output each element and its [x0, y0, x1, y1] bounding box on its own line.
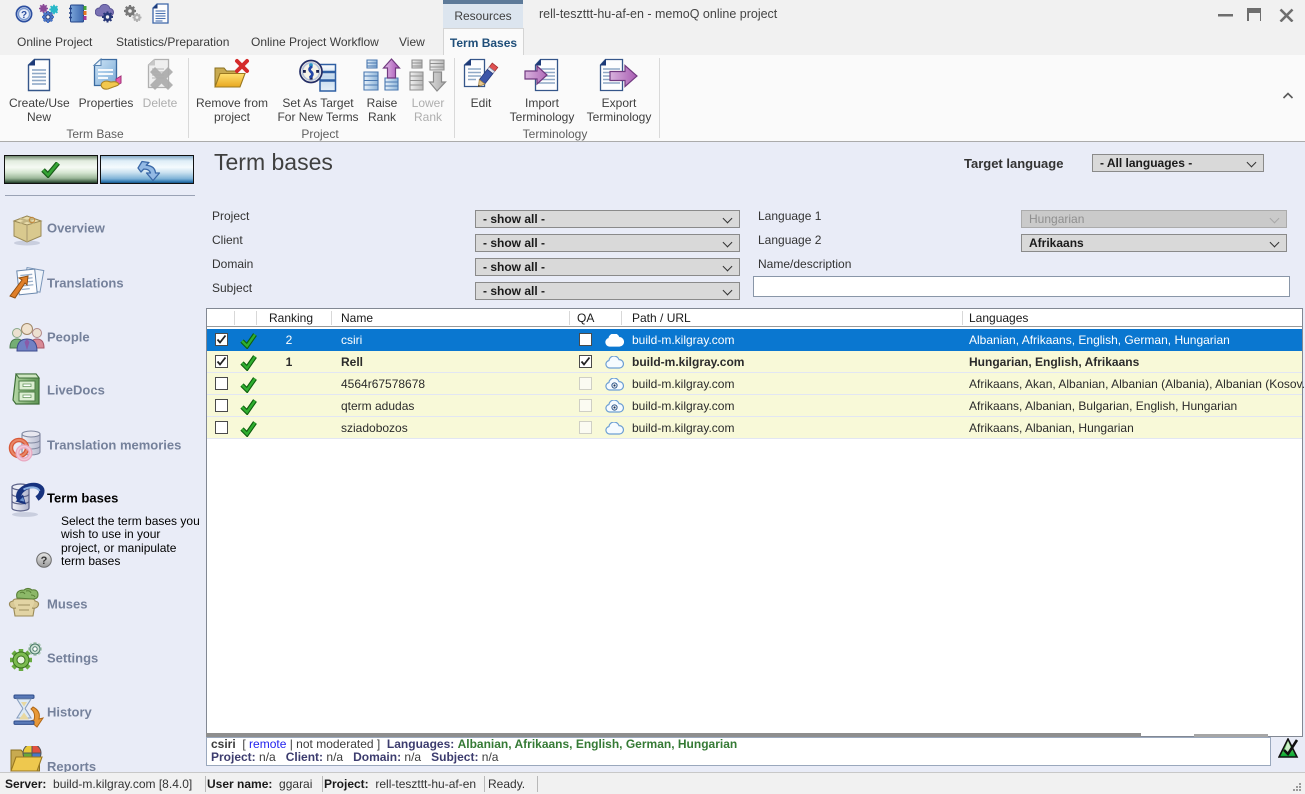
- svg-text:?: ?: [41, 555, 48, 567]
- svg-text:?: ?: [21, 10, 27, 21]
